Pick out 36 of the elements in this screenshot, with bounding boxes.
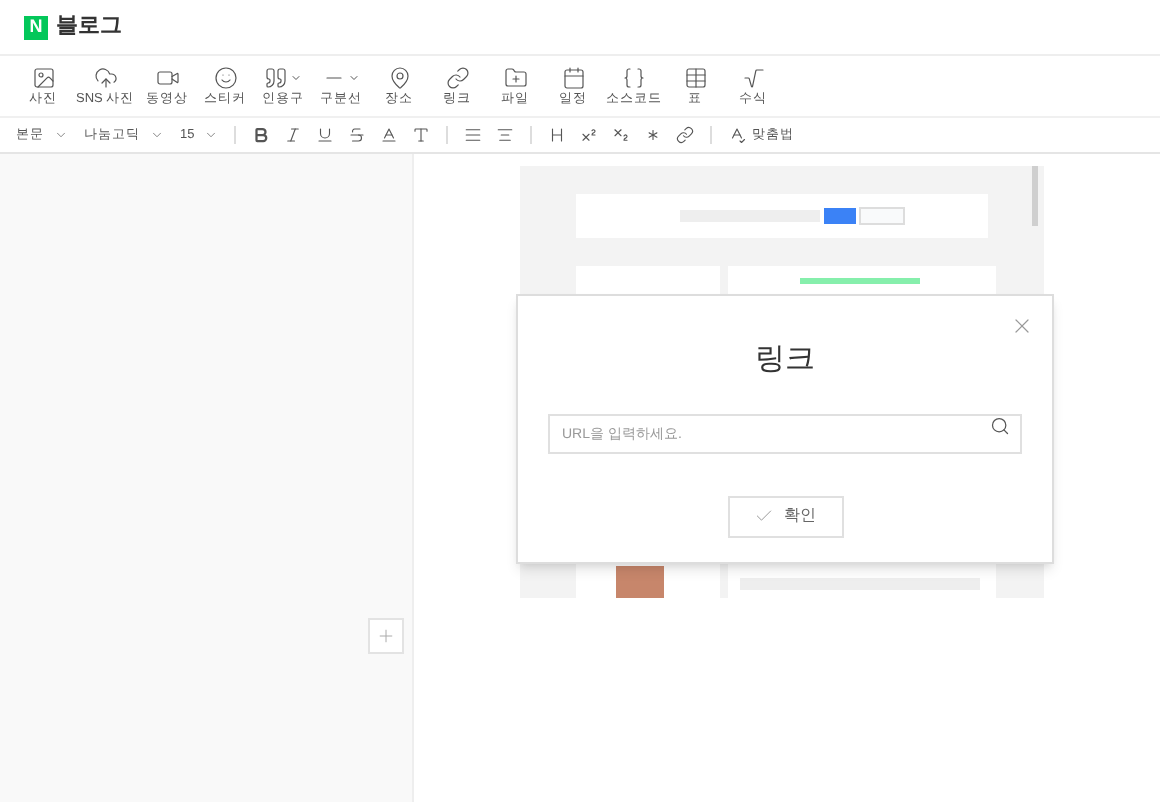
map-pin-icon — [387, 65, 412, 89]
radical-icon — [741, 65, 766, 89]
text-background-icon[interactable] — [412, 126, 431, 144]
bold-icon[interactable] — [252, 126, 271, 144]
caret-icon — [150, 128, 164, 142]
braces-icon — [622, 65, 647, 89]
spellcheck-icon — [728, 126, 747, 144]
image-icon — [31, 65, 55, 89]
caret-icon — [204, 128, 219, 142]
plus-icon — [376, 626, 396, 646]
link-icon[interactable] — [676, 126, 695, 144]
caret-icon — [54, 128, 68, 142]
smiley-icon — [213, 65, 238, 89]
folder-plus-icon — [503, 65, 528, 89]
close-button[interactable] — [1010, 314, 1034, 338]
strikethrough-icon[interactable] — [348, 126, 367, 144]
heading-icon[interactable] — [548, 126, 567, 144]
video-icon — [155, 65, 180, 89]
dialog-title: 링크 — [755, 340, 815, 380]
cloud-upload-icon — [93, 65, 118, 89]
confirm-button[interactable]: 확인 — [727, 495, 843, 537]
app-title: 블로그 — [56, 12, 122, 43]
align-icon[interactable] — [464, 126, 483, 144]
text-color-icon[interactable] — [380, 126, 399, 144]
link-icon — [445, 65, 470, 89]
superscript-icon[interactable] — [580, 126, 599, 144]
align-center-icon[interactable] — [496, 126, 515, 144]
underline-icon[interactable] — [316, 126, 335, 144]
subscript-icon[interactable] — [612, 126, 631, 144]
table-icon — [683, 65, 708, 89]
check-icon — [754, 506, 774, 526]
calendar-icon — [561, 65, 586, 89]
search-icon[interactable] — [990, 415, 1010, 435]
asterisk-icon[interactable] — [644, 126, 663, 144]
quote-icon — [264, 65, 289, 89]
italic-icon[interactable] — [284, 126, 303, 144]
